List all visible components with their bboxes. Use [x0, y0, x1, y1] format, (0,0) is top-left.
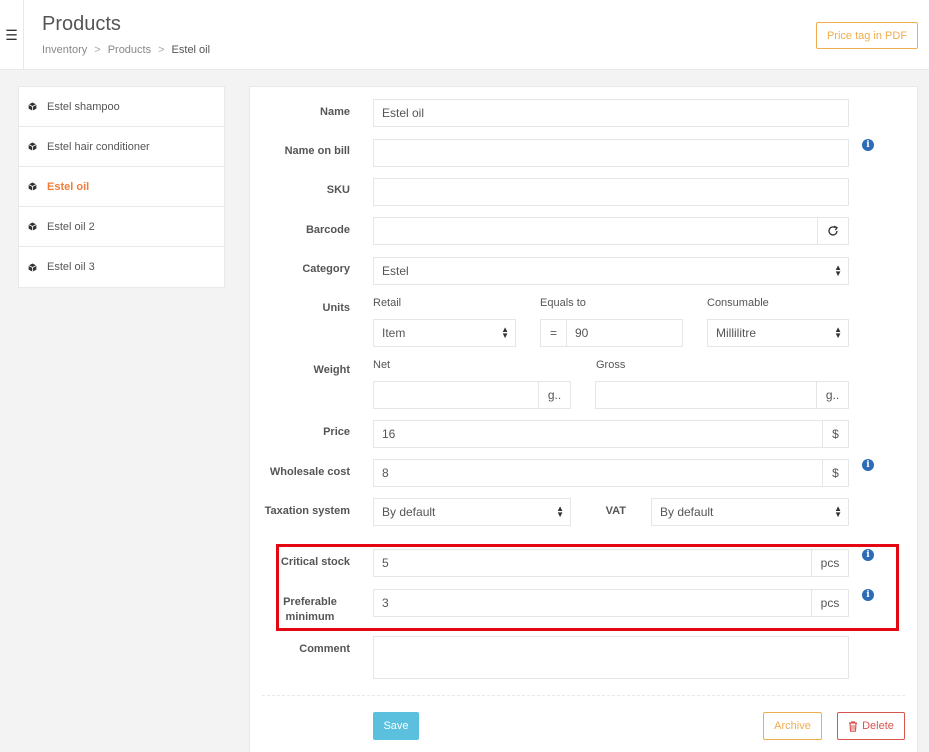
breadcrumb: Inventory > Products > Estel oil: [42, 44, 210, 56]
category-label: Category: [302, 263, 350, 275]
select-arrows-icon: ▲ ▼: [834, 504, 842, 519]
preferable-minimum-input[interactable]: 3: [373, 589, 812, 617]
consumable-unit-value: Millilitre: [716, 326, 756, 340]
select-arrows-icon: ▲ ▼: [501, 325, 509, 340]
select-arrows-icon: ▲ ▼: [834, 325, 842, 340]
cube-icon: [28, 102, 37, 111]
select-arrows-icon: ▲ ▼: [834, 263, 842, 278]
sku-input[interactable]: [373, 178, 849, 206]
comment-textarea[interactable]: [373, 636, 849, 679]
product-label: Estel shampoo: [47, 100, 120, 113]
equals-to-label: Equals to: [540, 297, 586, 309]
barcode-refresh-button[interactable]: [817, 217, 849, 245]
product-list-item[interactable]: Estel shampoo: [19, 87, 224, 127]
refresh-icon: [828, 225, 838, 236]
price-label: Price: [323, 426, 350, 438]
barcode-input[interactable]: [373, 217, 818, 245]
wholesale-cost-input[interactable]: 8: [373, 459, 823, 487]
consumable-label: Consumable: [707, 297, 769, 309]
breadcrumb-separator: >: [158, 44, 165, 56]
product-list-item[interactable]: Estel oil 2: [19, 207, 224, 247]
info-icon[interactable]: i: [862, 139, 874, 151]
cube-icon: [28, 142, 37, 151]
select-arrows-icon: ▲ ▼: [556, 504, 564, 519]
sku-label: SKU: [326, 184, 350, 196]
info-icon[interactable]: i: [862, 589, 874, 601]
gross-weight-unit: g..: [816, 381, 849, 409]
preferable-minimum-label-line2: minimum: [285, 611, 335, 623]
preferable-minimum-label-line1: Preferable: [283, 596, 337, 608]
product-list-item[interactable]: Estel hair conditioner: [19, 127, 224, 167]
product-list: Estel shampoo Estel hair conditioner Est…: [18, 86, 225, 288]
taxation-system-value: By default: [382, 505, 436, 519]
cube-icon: [28, 262, 37, 272]
barcode-label: Barcode: [305, 224, 350, 236]
preferable-minimum-label: Preferable minimum: [270, 595, 350, 625]
category-value: Estel: [382, 264, 409, 278]
critical-stock-input[interactable]: 5: [373, 549, 812, 577]
retail-unit-select[interactable]: Item ▲ ▼: [373, 319, 516, 347]
breadcrumb-separator: >: [94, 44, 101, 56]
product-label: Estel hair conditioner: [47, 140, 150, 153]
vat-select[interactable]: By default ▲ ▼: [651, 498, 849, 526]
retail-unit-value: Item: [382, 326, 406, 340]
vat-label: VAT: [605, 505, 626, 517]
info-icon[interactable]: i: [862, 549, 874, 561]
product-label: Estel oil 2: [47, 220, 95, 233]
critical-stock-label: Critical stock: [280, 556, 350, 568]
top-bar: ☰ Products Inventory > Products > Estel …: [0, 0, 929, 70]
info-icon[interactable]: i: [862, 459, 874, 471]
cube-icon: [28, 222, 37, 231]
gross-weight-input[interactable]: [595, 381, 817, 409]
archive-button[interactable]: Archive: [763, 712, 822, 740]
price-currency: $: [822, 420, 849, 448]
net-weight-unit: g..: [538, 381, 571, 409]
price-input[interactable]: 16: [373, 420, 823, 448]
category-select[interactable]: Estel ▲ ▼: [373, 257, 849, 285]
vat-value: By default: [660, 505, 714, 519]
critical-stock-unit: pcs: [811, 549, 849, 577]
taxation-system-label: Taxation system: [264, 505, 350, 517]
taxation-system-select[interactable]: By default ▲ ▼: [373, 498, 571, 526]
page-title: Products: [42, 13, 121, 35]
retail-label: Retail: [373, 297, 402, 309]
delete-button[interactable]: Delete: [837, 712, 905, 740]
save-button[interactable]: Save: [373, 712, 419, 740]
hamburger-menu-button[interactable]: ☰: [0, 0, 24, 70]
equals-addon: =: [540, 319, 567, 347]
preferable-minimum-unit: pcs: [811, 589, 849, 617]
breadcrumb-inventory[interactable]: Inventory: [42, 44, 87, 56]
product-list-item-active[interactable]: Estel oil: [19, 167, 224, 207]
trash-icon: [849, 720, 858, 732]
breadcrumb-products[interactable]: Products: [108, 44, 151, 56]
wholesale-cost-currency: $: [822, 459, 849, 487]
product-list-item[interactable]: Estel oil 3: [19, 247, 224, 287]
wholesale-cost-label: Wholesale cost: [269, 466, 350, 478]
product-label: Estel oil: [47, 180, 90, 193]
net-weight-input[interactable]: [373, 381, 539, 409]
name-label: Name: [320, 106, 350, 118]
breadcrumb-current: Estel oil: [171, 44, 211, 56]
equals-to-input[interactable]: 90: [566, 319, 683, 347]
units-label: Units: [322, 302, 351, 314]
name-on-bill-input[interactable]: [373, 139, 849, 167]
price-tag-pdf-button[interactable]: Price tag in PDF: [816, 22, 918, 49]
delete-label: Delete: [862, 720, 894, 732]
cube-icon: [28, 182, 37, 191]
product-label: Estel oil 3: [47, 261, 95, 273]
hamburger-icon: ☰: [5, 26, 18, 43]
comment-label: Comment: [299, 643, 350, 655]
name-on-bill-label: Name on bill: [284, 145, 350, 157]
consumable-unit-select[interactable]: Millilitre ▲ ▼: [707, 319, 849, 347]
weight-label: Weight: [313, 364, 350, 376]
net-label: Net: [373, 359, 391, 371]
divider: [262, 695, 905, 696]
gross-label: Gross: [596, 359, 626, 371]
name-input[interactable]: Estel oil: [373, 99, 849, 127]
